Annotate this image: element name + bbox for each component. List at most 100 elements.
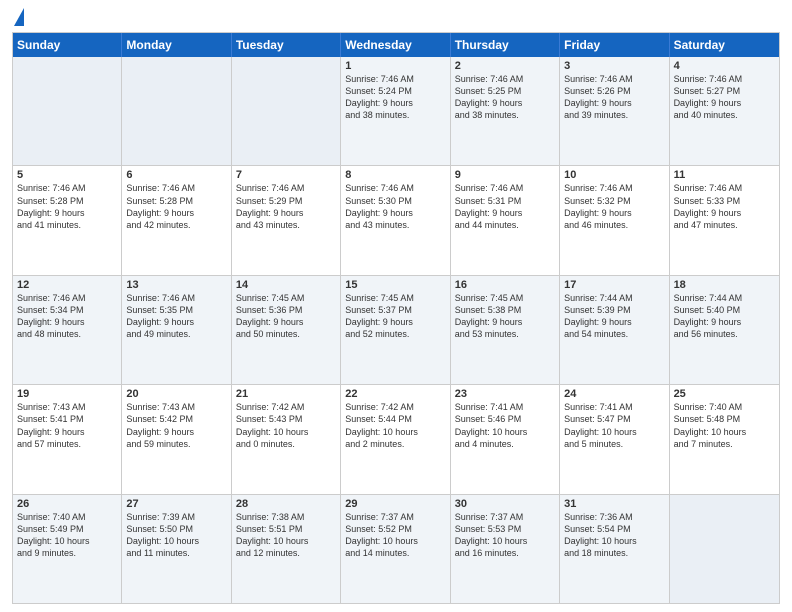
day-number: 27	[126, 498, 226, 510]
day-cell: 30Sunrise: 7:37 AM Sunset: 5:53 PM Dayli…	[451, 495, 560, 603]
day-number: 7	[236, 169, 336, 181]
day-number: 30	[455, 498, 555, 510]
day-info: Sunrise: 7:40 AM Sunset: 5:48 PM Dayligh…	[674, 401, 775, 450]
day-number: 6	[126, 169, 226, 181]
day-cell: 26Sunrise: 7:40 AM Sunset: 5:49 PM Dayli…	[13, 495, 122, 603]
day-number: 18	[674, 279, 775, 291]
day-cell	[13, 57, 122, 165]
calendar: SundayMondayTuesdayWednesdayThursdayFrid…	[12, 32, 780, 604]
day-info: Sunrise: 7:46 AM Sunset: 5:34 PM Dayligh…	[17, 292, 117, 341]
day-header-monday: Monday	[122, 33, 231, 57]
day-cell: 4Sunrise: 7:46 AM Sunset: 5:27 PM Daylig…	[670, 57, 779, 165]
day-number: 2	[455, 60, 555, 72]
day-header-wednesday: Wednesday	[341, 33, 450, 57]
day-info: Sunrise: 7:46 AM Sunset: 5:28 PM Dayligh…	[17, 182, 117, 231]
day-number: 19	[17, 388, 117, 400]
day-cell: 25Sunrise: 7:40 AM Sunset: 5:48 PM Dayli…	[670, 385, 779, 493]
day-info: Sunrise: 7:46 AM Sunset: 5:29 PM Dayligh…	[236, 182, 336, 231]
day-number: 16	[455, 279, 555, 291]
day-number: 10	[564, 169, 664, 181]
day-cell: 19Sunrise: 7:43 AM Sunset: 5:41 PM Dayli…	[13, 385, 122, 493]
day-info: Sunrise: 7:46 AM Sunset: 5:27 PM Dayligh…	[674, 73, 775, 122]
day-info: Sunrise: 7:37 AM Sunset: 5:53 PM Dayligh…	[455, 511, 555, 560]
logo	[12, 10, 24, 26]
day-info: Sunrise: 7:37 AM Sunset: 5:52 PM Dayligh…	[345, 511, 445, 560]
day-info: Sunrise: 7:40 AM Sunset: 5:49 PM Dayligh…	[17, 511, 117, 560]
day-info: Sunrise: 7:44 AM Sunset: 5:39 PM Dayligh…	[564, 292, 664, 341]
day-info: Sunrise: 7:42 AM Sunset: 5:43 PM Dayligh…	[236, 401, 336, 450]
day-cell: 9Sunrise: 7:46 AM Sunset: 5:31 PM Daylig…	[451, 166, 560, 274]
day-cell: 29Sunrise: 7:37 AM Sunset: 5:52 PM Dayli…	[341, 495, 450, 603]
day-number: 15	[345, 279, 445, 291]
day-headers: SundayMondayTuesdayWednesdayThursdayFrid…	[13, 33, 779, 57]
day-number: 28	[236, 498, 336, 510]
day-number: 29	[345, 498, 445, 510]
day-cell	[122, 57, 231, 165]
day-info: Sunrise: 7:43 AM Sunset: 5:42 PM Dayligh…	[126, 401, 226, 450]
day-info: Sunrise: 7:45 AM Sunset: 5:36 PM Dayligh…	[236, 292, 336, 341]
day-number: 21	[236, 388, 336, 400]
day-info: Sunrise: 7:46 AM Sunset: 5:33 PM Dayligh…	[674, 182, 775, 231]
day-cell: 3Sunrise: 7:46 AM Sunset: 5:26 PM Daylig…	[560, 57, 669, 165]
day-cell: 17Sunrise: 7:44 AM Sunset: 5:39 PM Dayli…	[560, 276, 669, 384]
day-cell: 31Sunrise: 7:36 AM Sunset: 5:54 PM Dayli…	[560, 495, 669, 603]
day-info: Sunrise: 7:46 AM Sunset: 5:31 PM Dayligh…	[455, 182, 555, 231]
day-info: Sunrise: 7:46 AM Sunset: 5:25 PM Dayligh…	[455, 73, 555, 122]
day-cell: 24Sunrise: 7:41 AM Sunset: 5:47 PM Dayli…	[560, 385, 669, 493]
day-cell: 15Sunrise: 7:45 AM Sunset: 5:37 PM Dayli…	[341, 276, 450, 384]
week-row: 1Sunrise: 7:46 AM Sunset: 5:24 PM Daylig…	[13, 57, 779, 165]
day-cell: 1Sunrise: 7:46 AM Sunset: 5:24 PM Daylig…	[341, 57, 450, 165]
day-number: 9	[455, 169, 555, 181]
page: SundayMondayTuesdayWednesdayThursdayFrid…	[0, 0, 792, 612]
day-cell	[232, 57, 341, 165]
day-info: Sunrise: 7:42 AM Sunset: 5:44 PM Dayligh…	[345, 401, 445, 450]
day-info: Sunrise: 7:41 AM Sunset: 5:47 PM Dayligh…	[564, 401, 664, 450]
weeks: 1Sunrise: 7:46 AM Sunset: 5:24 PM Daylig…	[13, 57, 779, 603]
day-cell: 20Sunrise: 7:43 AM Sunset: 5:42 PM Dayli…	[122, 385, 231, 493]
day-cell: 16Sunrise: 7:45 AM Sunset: 5:38 PM Dayli…	[451, 276, 560, 384]
day-cell: 12Sunrise: 7:46 AM Sunset: 5:34 PM Dayli…	[13, 276, 122, 384]
day-number: 22	[345, 388, 445, 400]
day-info: Sunrise: 7:41 AM Sunset: 5:46 PM Dayligh…	[455, 401, 555, 450]
day-info: Sunrise: 7:45 AM Sunset: 5:37 PM Dayligh…	[345, 292, 445, 341]
day-cell: 22Sunrise: 7:42 AM Sunset: 5:44 PM Dayli…	[341, 385, 450, 493]
day-number: 31	[564, 498, 664, 510]
day-cell: 10Sunrise: 7:46 AM Sunset: 5:32 PM Dayli…	[560, 166, 669, 274]
day-cell: 14Sunrise: 7:45 AM Sunset: 5:36 PM Dayli…	[232, 276, 341, 384]
day-info: Sunrise: 7:46 AM Sunset: 5:24 PM Dayligh…	[345, 73, 445, 122]
day-number: 12	[17, 279, 117, 291]
day-cell: 13Sunrise: 7:46 AM Sunset: 5:35 PM Dayli…	[122, 276, 231, 384]
day-header-friday: Friday	[560, 33, 669, 57]
day-number: 20	[126, 388, 226, 400]
day-info: Sunrise: 7:39 AM Sunset: 5:50 PM Dayligh…	[126, 511, 226, 560]
day-number: 5	[17, 169, 117, 181]
day-cell: 2Sunrise: 7:46 AM Sunset: 5:25 PM Daylig…	[451, 57, 560, 165]
day-cell	[670, 495, 779, 603]
day-number: 26	[17, 498, 117, 510]
day-cell: 5Sunrise: 7:46 AM Sunset: 5:28 PM Daylig…	[13, 166, 122, 274]
day-info: Sunrise: 7:46 AM Sunset: 5:30 PM Dayligh…	[345, 182, 445, 231]
day-cell: 21Sunrise: 7:42 AM Sunset: 5:43 PM Dayli…	[232, 385, 341, 493]
day-cell: 8Sunrise: 7:46 AM Sunset: 5:30 PM Daylig…	[341, 166, 450, 274]
day-info: Sunrise: 7:46 AM Sunset: 5:35 PM Dayligh…	[126, 292, 226, 341]
day-number: 3	[564, 60, 664, 72]
day-cell: 23Sunrise: 7:41 AM Sunset: 5:46 PM Dayli…	[451, 385, 560, 493]
day-info: Sunrise: 7:36 AM Sunset: 5:54 PM Dayligh…	[564, 511, 664, 560]
day-cell: 11Sunrise: 7:46 AM Sunset: 5:33 PM Dayli…	[670, 166, 779, 274]
logo-triangle-icon	[14, 8, 24, 26]
day-header-sunday: Sunday	[13, 33, 122, 57]
day-cell: 27Sunrise: 7:39 AM Sunset: 5:50 PM Dayli…	[122, 495, 231, 603]
day-number: 11	[674, 169, 775, 181]
day-info: Sunrise: 7:46 AM Sunset: 5:32 PM Dayligh…	[564, 182, 664, 231]
day-number: 8	[345, 169, 445, 181]
day-header-thursday: Thursday	[451, 33, 560, 57]
day-info: Sunrise: 7:45 AM Sunset: 5:38 PM Dayligh…	[455, 292, 555, 341]
day-number: 4	[674, 60, 775, 72]
day-cell: 7Sunrise: 7:46 AM Sunset: 5:29 PM Daylig…	[232, 166, 341, 274]
day-number: 17	[564, 279, 664, 291]
day-info: Sunrise: 7:46 AM Sunset: 5:28 PM Dayligh…	[126, 182, 226, 231]
day-number: 23	[455, 388, 555, 400]
day-number: 25	[674, 388, 775, 400]
day-info: Sunrise: 7:38 AM Sunset: 5:51 PM Dayligh…	[236, 511, 336, 560]
day-number: 14	[236, 279, 336, 291]
